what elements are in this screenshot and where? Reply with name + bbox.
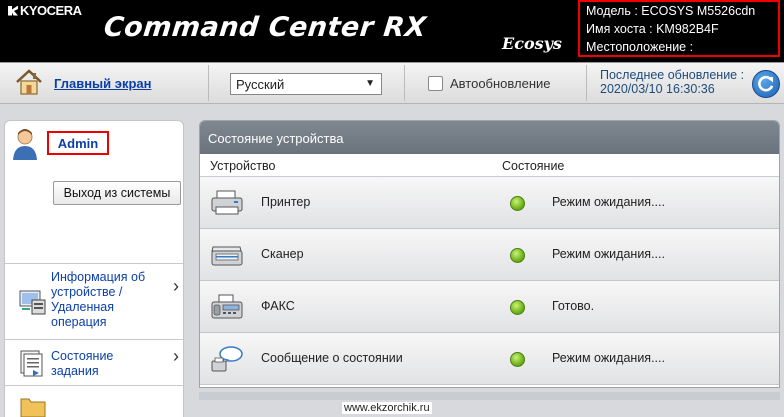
chevron-right-icon: › (173, 276, 179, 296)
printer-icon (211, 190, 243, 215)
auto-refresh-checkbox[interactable] (428, 76, 443, 91)
fax-icon (211, 294, 243, 319)
model-text: Модель : ECOSYS M5526cdn (586, 4, 756, 18)
status-led-icon (510, 352, 525, 367)
table-row[interactable]: Сообщение о состоянии Режим ожидания.... (200, 333, 779, 385)
home-link[interactable]: Главный экран (54, 76, 151, 91)
job-status-icon (20, 350, 43, 377)
status-led-icon (510, 248, 525, 263)
device-status: Режим ожидания.... (552, 351, 665, 365)
folder-icon (20, 398, 46, 417)
last-update: Последнее обновление : 2020/03/10 16:30:… (600, 68, 744, 96)
table-row[interactable]: Принтер Режим ожидания.... (200, 177, 779, 229)
host-text: Имя хоста : KM982B4F (586, 22, 719, 36)
auto-refresh-label: Автообновление (450, 76, 551, 91)
refresh-icon[interactable] (752, 70, 780, 98)
table-row[interactable]: Сканер Режим ожидания.... (200, 229, 779, 281)
kyocera-mark-icon (8, 5, 18, 16)
toolbar-divider (586, 65, 587, 101)
column-status: Состояние (502, 159, 565, 173)
dropdown-arrow-icon: ▼ (365, 78, 375, 89)
panel-footer (199, 392, 780, 400)
message-icon (211, 346, 243, 372)
toolbar-divider (208, 65, 209, 101)
logout-button[interactable]: Выход из системы (53, 181, 181, 205)
panel-title: Состояние устройства (200, 121, 779, 154)
sidebar-item-partial[interactable] (5, 386, 183, 417)
sidebar-item-label: Состояние задания (51, 349, 114, 378)
device-name[interactable]: ФАКС (261, 299, 295, 313)
status-led-icon (510, 196, 525, 211)
toolbar-divider (404, 65, 405, 101)
user-area: Admin Выход из системы (5, 121, 183, 264)
column-device: Устройство (210, 159, 276, 173)
user-icon (13, 129, 37, 160)
device-name[interactable]: Сообщение о состоянии (261, 351, 403, 365)
device-status: Режим ожидания.... (552, 195, 665, 209)
last-update-label: Последнее обновление : (600, 68, 745, 82)
language-value: Русский (236, 77, 285, 92)
toolbar: Главный экран Русский ▼ Автообновление П… (0, 62, 784, 104)
user-name: Admin (47, 131, 109, 155)
device-status-panel: Состояние устройства Устройство Состояни… (199, 120, 780, 388)
device-name[interactable]: Сканер (261, 247, 304, 261)
auto-refresh-toggle[interactable]: Автообновление (428, 76, 551, 91)
device-status: Режим ожидания.... (552, 247, 665, 261)
location-text: Местоположение : (586, 40, 694, 54)
table-header: Устройство Состояние (200, 154, 779, 177)
sidebar-item-device-info[interactable]: Информация об устройстве / Удаленная опе… (5, 264, 183, 340)
home-icon[interactable] (14, 67, 44, 97)
ecosys-logo: Ecosys (502, 34, 562, 53)
product-title: Command Center RX (102, 12, 428, 43)
device-name[interactable]: Принтер (261, 195, 310, 209)
table-row[interactable]: ФАКС Готово. (200, 281, 779, 333)
kyocera-logo: KYOCERA (8, 3, 82, 18)
brand-name: KYOCERA (20, 3, 82, 18)
device-status: Готово. (552, 299, 595, 313)
chevron-right-icon: › (173, 346, 179, 366)
sidebar-item-job-status[interactable]: Состояние задания › (5, 340, 183, 386)
last-update-value: 2020/03/10 16:30:36 (600, 82, 715, 96)
language-select[interactable]: Русский ▼ (230, 73, 382, 95)
sidebar: Admin Выход из системы Информация об уст… (4, 120, 184, 417)
sidebar-item-label: Информация об устройстве / Удаленная опе… (51, 270, 146, 329)
header: KYOCERA Command Center RX Ecosys Модель … (0, 0, 784, 62)
watermark: www.ekzorchik.ru (342, 402, 432, 414)
scanner-icon (211, 246, 243, 266)
status-led-icon (510, 300, 525, 315)
device-info-box: Модель : ECOSYS M5526cdn Имя хоста : KM9… (578, 0, 780, 57)
device-info-icon (19, 290, 46, 315)
